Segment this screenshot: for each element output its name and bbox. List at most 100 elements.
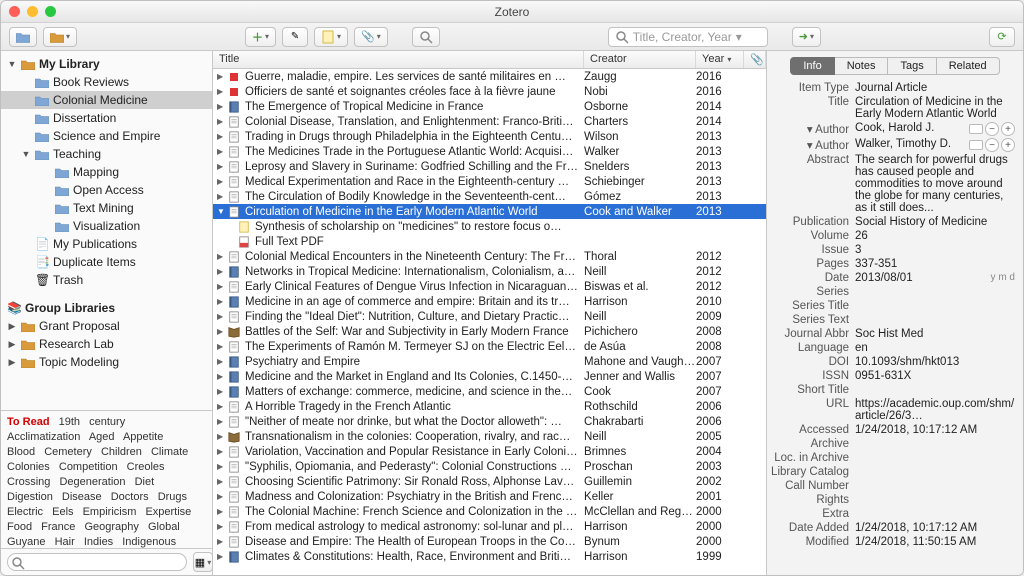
item-row[interactable]: ▶Variolation, Vaccination and Popular Re…: [213, 444, 766, 459]
item-row[interactable]: ▶A Horrible Tragedy in the French Atlant…: [213, 399, 766, 414]
tag[interactable]: Eels: [52, 506, 73, 518]
item-row[interactable]: ▶Guerre, maladie, empire. Les services d…: [213, 69, 766, 84]
new-item-button[interactable]: ＋▾: [245, 27, 276, 47]
field-series-text[interactable]: Series Text: [767, 313, 1015, 327]
item-attachment[interactable]: Full Text PDF: [213, 234, 766, 249]
tag[interactable]: Cemetery: [44, 446, 92, 458]
field-item-type[interactable]: Item TypeJournal Article: [767, 81, 1015, 95]
field-date-added[interactable]: Date Added1/24/2018, 10:17:12 AM: [767, 521, 1015, 535]
item-row[interactable]: ▶Leprosy and Slavery in Suriname: Godfri…: [213, 159, 766, 174]
tag[interactable]: Geography: [84, 521, 138, 533]
item-row[interactable]: ▶From medical astrology to medical astro…: [213, 519, 766, 534]
tag[interactable]: France: [41, 521, 75, 533]
tag-to-read[interactable]: To Read: [7, 416, 50, 428]
field-archive[interactable]: Archive: [767, 437, 1015, 451]
field-language[interactable]: Languageen: [767, 341, 1015, 355]
collection-dissertation[interactable]: Dissertation: [1, 109, 212, 127]
maximize-icon[interactable]: [45, 6, 56, 17]
group-research-lab[interactable]: ▶Research Lab: [1, 335, 212, 353]
item-row[interactable]: ▶Madness and Colonization: Psychiatry in…: [213, 489, 766, 504]
item-row[interactable]: ▶Medical Experimentation and Race in the…: [213, 174, 766, 189]
add-attachment-button[interactable]: 📎▾: [354, 27, 388, 47]
tab-notes[interactable]: Notes: [835, 57, 889, 75]
field--author[interactable]: ▾ AuthorWalker, Timothy D.−+: [767, 137, 1015, 153]
tag[interactable]: Crossing: [7, 476, 50, 488]
add-author-button[interactable]: +: [1001, 138, 1015, 152]
item-row[interactable]: ▶Medicine and the Market in England and …: [213, 369, 766, 384]
field-series-title[interactable]: Series Title: [767, 299, 1015, 313]
tag[interactable]: Colonies: [7, 461, 50, 473]
tag[interactable]: Acclimatization: [7, 431, 80, 443]
tag[interactable]: Blood: [7, 446, 35, 458]
remove-author-button[interactable]: −: [985, 122, 999, 136]
item-row[interactable]: ▶Psychiatry and EmpireMahone and Vaughan…: [213, 354, 766, 369]
special-trash[interactable]: 🗑Trash: [1, 271, 212, 289]
tab-related[interactable]: Related: [937, 57, 1000, 75]
item-row[interactable]: ▶Choosing Scientific Patrimony: Sir Rona…: [213, 474, 766, 489]
item-row[interactable]: ▶The Circulation of Bodily Knowledge in …: [213, 189, 766, 204]
tag[interactable]: Guyane: [7, 536, 46, 548]
tag[interactable]: Expertise: [145, 506, 191, 518]
field-issn[interactable]: ISSN0951-631X: [767, 369, 1015, 383]
tag[interactable]: Creoles: [127, 461, 165, 473]
tag[interactable]: Global: [148, 521, 180, 533]
col-attachment[interactable]: 📎: [744, 51, 766, 68]
quick-search[interactable]: Title, Creator, Year ▾: [608, 27, 768, 47]
field-pages[interactable]: Pages337-351: [767, 257, 1015, 271]
tag[interactable]: Appetite: [123, 431, 163, 443]
tag[interactable]: Competition: [59, 461, 118, 473]
tag-selector[interactable]: To Read 19th century Acclimatization Age…: [1, 410, 212, 548]
collection-science-and-empire[interactable]: Science and Empire: [1, 127, 212, 145]
item-row[interactable]: ▶Matters of exchange: commerce, medicine…: [213, 384, 766, 399]
locate-button[interactable]: ➜▾: [792, 27, 821, 47]
collection-mapping[interactable]: Mapping: [1, 163, 212, 181]
tag[interactable]: 19th: [59, 416, 80, 428]
field-title[interactable]: TitleCirculation of Medicine in the Earl…: [767, 95, 1015, 121]
item-row[interactable]: ▶The Medicines Trade in the Portuguese A…: [213, 144, 766, 159]
field-journal-abbr[interactable]: Journal AbbrSoc Hist Med: [767, 327, 1015, 341]
field-doi[interactable]: DOI10.1093/shm/hkt013: [767, 355, 1015, 369]
item-attachment[interactable]: Synthesis of scholarship on "medicines" …: [213, 219, 766, 234]
item-row[interactable]: ▶The Emergence of Tropical Medicine in F…: [213, 99, 766, 114]
minimize-icon[interactable]: [27, 6, 38, 17]
tag[interactable]: century: [89, 416, 125, 428]
item-row[interactable]: ▶Networks in Tropical Medicine: Internat…: [213, 264, 766, 279]
tag-search-input[interactable]: [7, 553, 187, 571]
advanced-search-button[interactable]: [412, 27, 440, 47]
creator-type-toggle[interactable]: [969, 140, 983, 150]
group-topic-modeling[interactable]: ▶Topic Modeling: [1, 353, 212, 371]
tag-menu-button[interactable]: ▦▾: [193, 552, 213, 572]
item-row[interactable]: ▶Trading in Drugs through Philadelphia i…: [213, 129, 766, 144]
field--author[interactable]: ▾ AuthorCook, Harold J.−+: [767, 121, 1015, 137]
tag[interactable]: Food: [7, 521, 32, 533]
items-header[interactable]: Title Creator Year ▾ 📎: [213, 51, 766, 69]
tag[interactable]: Empiricism: [83, 506, 137, 518]
items-list[interactable]: ▶Guerre, maladie, empire. Les services d…: [213, 69, 766, 575]
item-row[interactable]: ▶Finding the "Ideal Diet": Nutrition, Cu…: [213, 309, 766, 324]
tag[interactable]: Indies: [84, 536, 113, 548]
col-title[interactable]: Title: [213, 51, 584, 68]
collections-tree[interactable]: ▼ My Library Book ReviewsColonial Medici…: [1, 51, 212, 410]
close-icon[interactable]: [9, 6, 20, 17]
collection-text-mining[interactable]: Text Mining: [1, 199, 212, 217]
collection-colonial-medicine[interactable]: Colonial Medicine: [1, 91, 212, 109]
new-library-button[interactable]: ▾: [43, 27, 77, 47]
field-publication[interactable]: PublicationSocial History of Medicine: [767, 215, 1015, 229]
tag[interactable]: Climate: [151, 446, 188, 458]
item-row[interactable]: ▼Circulation of Medicine in the Early Mo…: [213, 204, 766, 219]
add-by-identifier-button[interactable]: ✎: [282, 27, 308, 47]
item-row[interactable]: ▶Colonial Disease, Translation, and Enli…: [213, 114, 766, 129]
tag[interactable]: Degeneration: [59, 476, 125, 488]
field-date[interactable]: Date2013/08/01y m d: [767, 271, 1015, 285]
creator-type-toggle[interactable]: [969, 124, 983, 134]
field-library-catalog[interactable]: Library Catalog: [767, 465, 1015, 479]
metadata-table[interactable]: Item TypeJournal ArticleTitleCirculation…: [767, 79, 1023, 575]
tag[interactable]: Digestion: [7, 491, 53, 503]
item-row[interactable]: ▶"Syphilis, Opiomania, and Pederasty": C…: [213, 459, 766, 474]
tag[interactable]: Aged: [89, 431, 115, 443]
item-row[interactable]: ▶Disease and Empire: The Health of Europ…: [213, 534, 766, 549]
col-year[interactable]: Year ▾: [696, 51, 744, 68]
collection-visualization[interactable]: Visualization: [1, 217, 212, 235]
field-call-number[interactable]: Call Number: [767, 479, 1015, 493]
item-row[interactable]: ▶Battles of the Self: War and Subjectivi…: [213, 324, 766, 339]
